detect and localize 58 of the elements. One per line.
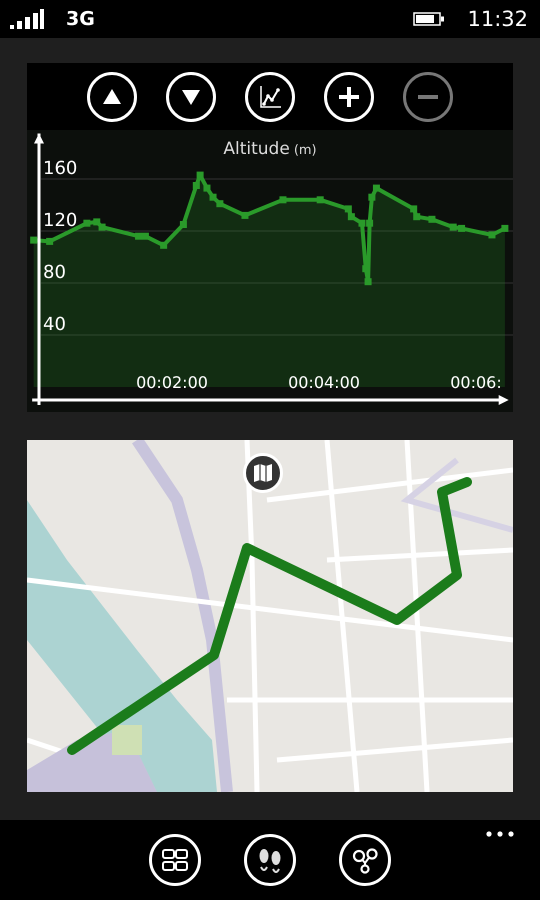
point [450,224,457,231]
point [488,231,496,238]
chart-button[interactable] [245,72,295,122]
nodes-button[interactable] [339,834,391,886]
point [142,232,149,240]
down-button[interactable] [166,72,216,122]
point [368,194,376,201]
network-type: 3G [66,8,95,30]
point [428,216,436,223]
more-dots-icon [486,831,514,837]
x-tick-label: 00:04:00 [288,373,360,392]
plus-button[interactable] [324,72,374,122]
point [160,242,168,249]
point [348,213,355,220]
point [93,218,100,226]
up-button[interactable] [87,72,137,122]
point [46,238,54,245]
point [372,184,380,192]
point [216,200,224,208]
point [458,224,466,232]
plus-icon [337,84,361,108]
footprints-button[interactable] [244,834,296,886]
y-tick-label: 40 [43,314,66,335]
signal-icon [10,9,44,29]
chart-title: Altitude (m) [223,139,317,159]
point [210,194,217,201]
point [83,220,90,227]
point [366,220,374,227]
connected-circles-icon [351,846,379,874]
point [413,213,420,220]
tiles-button[interactable] [149,834,201,886]
point [410,205,418,212]
more-button[interactable] [486,831,514,837]
point [180,221,187,228]
point [358,220,366,227]
x-tick-label: 00:06: [450,373,502,392]
y-tick-label: 160 [43,158,78,179]
folded-map-icon [253,463,273,483]
point [364,278,372,286]
clock-time: 11:32 [467,7,528,31]
point [196,172,204,179]
point [203,184,210,192]
tiles-icon [161,846,189,874]
point [316,196,324,204]
point [241,212,248,219]
minus-icon [416,94,440,98]
line-chart-icon [258,84,282,108]
point [501,224,508,232]
point [98,224,106,231]
battery-icon [413,12,446,26]
point [192,182,200,189]
point [344,205,352,212]
y-tick-label: 120 [43,210,78,231]
point [279,196,286,204]
point [135,232,142,240]
x-tick-label: 00:02:00 [136,373,208,392]
y-tick-label: 80 [43,262,66,283]
point [30,236,38,244]
